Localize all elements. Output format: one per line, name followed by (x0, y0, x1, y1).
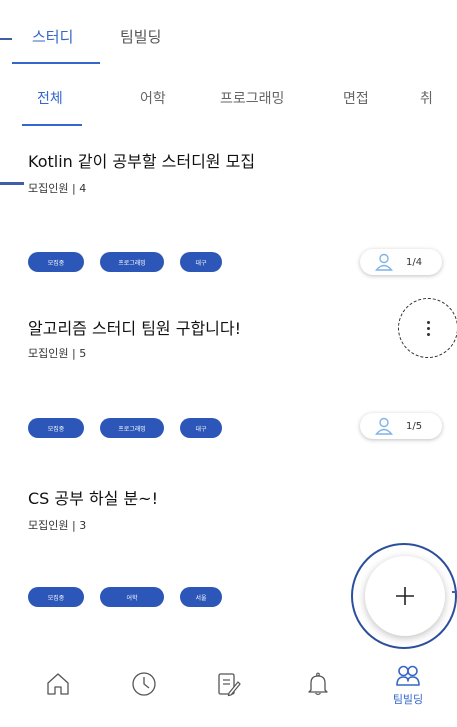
member-count-badge: 1/4 (360, 249, 442, 275)
tag-region: 서울 (180, 587, 222, 607)
member-count: 1/4 (406, 256, 423, 268)
tag-category: 프로그래밍 (100, 252, 164, 272)
nav-write[interactable] (208, 671, 248, 721)
tag-status: 모집중 (28, 252, 84, 272)
category-job[interactable]: 취 (420, 88, 433, 108)
post-card[interactable]: Kotlin 같이 공부할 스터디원 모집 모집인원 | 4 모집중 프로그래밍… (0, 140, 457, 280)
annotation-line (452, 591, 457, 593)
tag-status: 모집중 (28, 587, 84, 607)
bell-icon (308, 672, 328, 696)
tab-team-building[interactable]: 팀빌딩 (120, 26, 161, 47)
post-card[interactable]: 알고리즘 스터디 팀원 구합니다! 모집인원 | 5 모집중 프로그래밍 대구 … (0, 305, 457, 445)
category-all[interactable]: 전체 (37, 88, 63, 108)
more-vert-icon-dot (426, 332, 430, 336)
more-options-button[interactable] (398, 298, 457, 358)
nav-team-building-label: 팀빌딩 (392, 693, 424, 706)
clock-icon (132, 672, 156, 696)
post-title: Kotlin 같이 공부할 스터디원 모집 (28, 152, 256, 171)
top-tab-bar: 스터디 팀빌딩 (0, 0, 457, 64)
annotation-line (0, 38, 12, 40)
tag-category: 어학 (100, 587, 164, 607)
annotation-line (0, 182, 24, 185)
team-icon (396, 665, 420, 686)
person-icon (375, 417, 393, 435)
nav-history[interactable] (124, 671, 164, 721)
bottom-navigation: 팀빌딩 (0, 655, 457, 727)
post-recruit-count: 모집인원 | 5 (28, 347, 87, 360)
tab-study[interactable]: 스터디 (32, 26, 73, 47)
more-vert-icon-dot (426, 326, 430, 330)
post-title: CS 공부 하실 분~! (28, 489, 159, 508)
plus-icon (396, 587, 414, 605)
post-recruit-count: 모집인원 | 4 (28, 182, 87, 195)
home-icon (47, 673, 69, 695)
more-vert-icon (426, 320, 430, 324)
tag-region: 대구 (180, 252, 222, 272)
category-language[interactable]: 어학 (140, 88, 166, 108)
post-title: 알고리즘 스터디 팀원 구합니다! (28, 319, 242, 338)
tag-region: 대구 (180, 418, 222, 438)
nav-home[interactable] (38, 671, 78, 721)
category-programming[interactable]: 프로그래밍 (220, 88, 284, 108)
nav-notifications[interactable] (298, 671, 338, 721)
person-icon (375, 253, 393, 271)
post-recruit-count: 모집인원 | 3 (28, 519, 87, 532)
member-count: 1/5 (406, 420, 423, 432)
category-tab-bar: 전체 어학 프로그래밍 면접 취 (0, 64, 457, 128)
add-post-button[interactable] (365, 556, 445, 636)
member-count-badge: 1/5 (360, 413, 442, 439)
category-interview[interactable]: 면접 (343, 88, 369, 108)
tag-category: 프로그래밍 (100, 418, 164, 438)
tag-status: 모집중 (28, 418, 84, 438)
edit-icon (218, 673, 241, 697)
category-indicator (22, 124, 82, 126)
nav-team-building[interactable]: 팀빌딩 (388, 663, 428, 713)
